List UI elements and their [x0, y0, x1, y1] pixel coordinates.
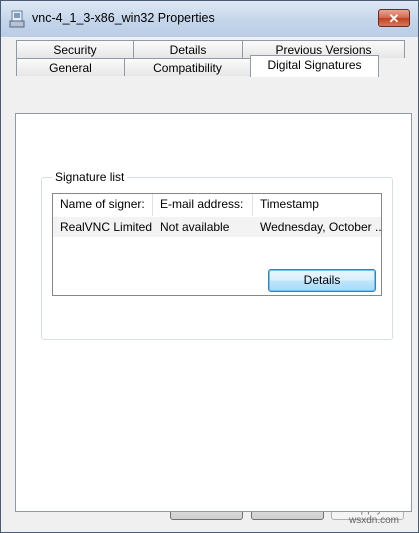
tab-general[interactable]: General — [16, 58, 125, 76]
close-button[interactable]: ✕ — [378, 9, 410, 27]
window-title: vnc-4_1_3-x86_win32 Properties — [32, 11, 215, 25]
dialog-body: Security Details Previous Versions Gener… — [8, 37, 412, 524]
email-cell: Not available — [160, 220, 230, 234]
table-row[interactable]: RealVNC Limited Not available Wednesday,… — [53, 217, 381, 237]
digital-signatures-panel: Signature list Name of signer: E-mail ad… — [15, 113, 412, 512]
app-icon — [9, 10, 25, 28]
timestamp-cell: Wednesday, October ... — [260, 220, 381, 234]
column-header-email[interactable]: E-mail address: — [153, 194, 253, 216]
signer-name-cell: RealVNC Limited — [60, 220, 153, 234]
properties-window: vnc-4_1_3-x86_win32 Properties ✕ Securit… — [0, 0, 419, 533]
details-button[interactable]: Details — [268, 269, 376, 292]
column-header-timestamp[interactable]: Timestamp — [253, 194, 381, 216]
tab-compatibility[interactable]: Compatibility — [124, 58, 251, 76]
title-bar[interactable]: vnc-4_1_3-x86_win32 Properties ✕ — [1, 1, 418, 37]
tab-security[interactable]: Security — [16, 40, 134, 58]
column-header-name[interactable]: Name of signer: — [53, 194, 153, 216]
list-header: Name of signer: E-mail address: Timestam… — [53, 194, 381, 216]
signature-list-label: Signature list — [52, 170, 128, 184]
watermark-text: wsxdn.com — [349, 515, 400, 526]
tab-details[interactable]: Details — [133, 40, 243, 58]
tab-digital-signatures[interactable]: Digital Signatures — [250, 55, 379, 77]
